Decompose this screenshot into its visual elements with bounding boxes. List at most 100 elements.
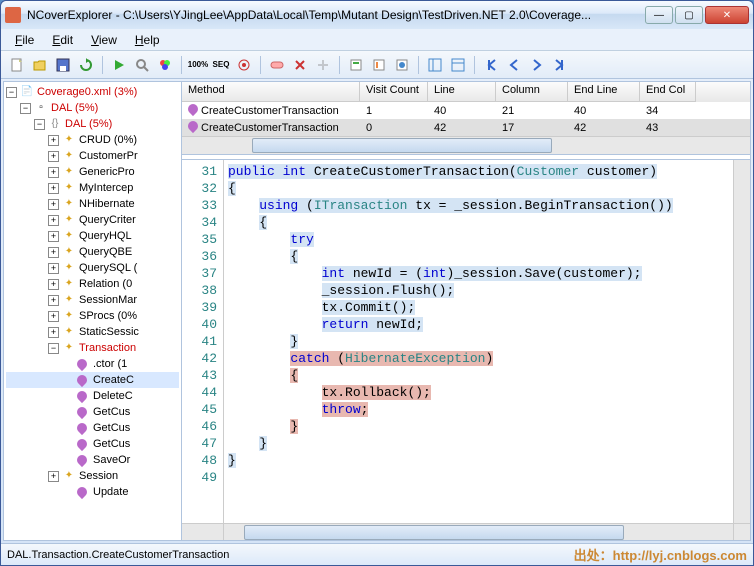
- expand-icon[interactable]: +: [48, 183, 59, 194]
- tree-item[interactable]: GetCus: [93, 404, 130, 420]
- expand-icon[interactable]: +: [48, 215, 59, 226]
- run-icon[interactable]: [109, 55, 129, 75]
- nav-prev-icon[interactable]: [504, 55, 524, 75]
- tree-item[interactable]: QueryQBE: [79, 244, 132, 260]
- code-vscrollbar[interactable]: [733, 160, 750, 523]
- report2-icon[interactable]: [369, 55, 389, 75]
- class-icon: ✦: [62, 277, 76, 291]
- pct100-icon[interactable]: 100%: [188, 55, 208, 75]
- menu-edit[interactable]: Edit: [44, 31, 81, 49]
- coverage-tree[interactable]: −📄Coverage0.xml (3%) −▫DAL (5%) −{}DAL (…: [4, 82, 181, 540]
- nav-last-icon[interactable]: [550, 55, 570, 75]
- class-icon: ✦: [62, 181, 76, 195]
- collapse-icon[interactable]: −: [6, 87, 17, 98]
- layout2-icon[interactable]: [448, 55, 468, 75]
- grid-row[interactable]: CreateCustomerTransaction 0 42 17 42 43: [182, 119, 750, 136]
- report1-icon[interactable]: [346, 55, 366, 75]
- minimize-button[interactable]: —: [645, 6, 673, 24]
- method-icon: [76, 357, 90, 371]
- delete-icon[interactable]: [290, 55, 310, 75]
- expand-icon[interactable]: +: [48, 295, 59, 306]
- namespace-icon: {}: [48, 117, 62, 131]
- nav-first-icon[interactable]: [481, 55, 501, 75]
- tree-item[interactable]: .ctor (1: [93, 356, 127, 372]
- tree-item[interactable]: CRUD (0%): [79, 132, 137, 148]
- add-icon[interactable]: [313, 55, 333, 75]
- close-button[interactable]: ✕: [705, 6, 749, 24]
- expand-icon[interactable]: +: [48, 135, 59, 146]
- menu-help[interactable]: Help: [127, 31, 168, 49]
- toolbar: 100% SEQ: [1, 51, 753, 79]
- nav-next-icon[interactable]: [527, 55, 547, 75]
- tree-item[interactable]: MyIntercep: [79, 180, 133, 196]
- tree-item-selected[interactable]: CreateC: [93, 372, 134, 388]
- tree-item[interactable]: NHibernate: [79, 196, 135, 212]
- refresh-icon[interactable]: [76, 55, 96, 75]
- tree-root[interactable]: Coverage0.xml (3%): [37, 84, 137, 100]
- target-icon[interactable]: [234, 55, 254, 75]
- tree-item[interactable]: Update: [93, 484, 128, 500]
- expand-icon[interactable]: +: [48, 167, 59, 178]
- titlebar[interactable]: NCoverExplorer - C:\Users\YJingLee\AppDa…: [1, 1, 753, 29]
- col-method[interactable]: Method: [182, 82, 360, 102]
- class-icon: ✦: [62, 245, 76, 259]
- col-endcol[interactable]: End Col: [640, 82, 696, 102]
- menu-view[interactable]: View: [83, 31, 125, 49]
- tree-item[interactable]: QuerySQL (: [79, 260, 137, 276]
- xml-icon: 📄: [20, 85, 34, 99]
- search-icon[interactable]: [132, 55, 152, 75]
- col-visit[interactable]: Visit Count: [360, 82, 428, 102]
- tree-item[interactable]: DAL (5%): [51, 100, 98, 116]
- tree-item[interactable]: Session: [79, 468, 118, 484]
- tree-item[interactable]: SaveOr: [93, 452, 130, 468]
- filter-icon[interactable]: SEQ: [211, 55, 231, 75]
- open-icon[interactable]: [30, 55, 50, 75]
- new-icon[interactable]: [7, 55, 27, 75]
- tree-item[interactable]: QueryHQL: [79, 228, 132, 244]
- save-icon[interactable]: [53, 55, 73, 75]
- status-path: DAL.Transaction.CreateCustomerTransactio…: [7, 549, 229, 561]
- menu-file[interactable]: File: [7, 31, 42, 49]
- tree-item[interactable]: GenericPro: [79, 164, 135, 180]
- tree-item[interactable]: SessionMar: [79, 292, 137, 308]
- class-icon: ✦: [62, 469, 76, 483]
- class-icon: ✦: [62, 133, 76, 147]
- toggle-icon[interactable]: [267, 55, 287, 75]
- tree-item[interactable]: GetCus: [93, 436, 130, 452]
- expand-icon[interactable]: +: [48, 263, 59, 274]
- tree-item[interactable]: DeleteC: [93, 388, 133, 404]
- tree-item[interactable]: Relation (0: [79, 276, 132, 292]
- tree-item[interactable]: CustomerPr: [79, 148, 138, 164]
- maximize-button[interactable]: ▢: [675, 6, 703, 24]
- expand-icon[interactable]: +: [48, 247, 59, 258]
- code-hscrollbar[interactable]: [182, 523, 750, 540]
- expand-icon[interactable]: +: [48, 471, 59, 482]
- collapse-icon[interactable]: −: [34, 119, 45, 130]
- tree-item[interactable]: SProcs (0%: [79, 308, 137, 324]
- window-title: NCoverExplorer - C:\Users\YJingLee\AppDa…: [27, 8, 645, 22]
- expand-icon[interactable]: +: [48, 199, 59, 210]
- collapse-icon[interactable]: −: [48, 343, 59, 354]
- tree-item[interactable]: DAL (5%): [65, 116, 112, 132]
- expand-icon[interactable]: +: [48, 327, 59, 338]
- class-icon: ✦: [62, 261, 76, 275]
- col-line[interactable]: Line: [428, 82, 496, 102]
- tree-item[interactable]: StaticSessic: [79, 324, 139, 340]
- tree-item[interactable]: GetCus: [93, 420, 130, 436]
- code-view[interactable]: public int CreateCustomerTransaction(Cus…: [224, 160, 733, 523]
- colors-icon[interactable]: [155, 55, 175, 75]
- tree-item[interactable]: QueryCriter: [79, 212, 136, 228]
- expand-icon[interactable]: +: [48, 231, 59, 242]
- expand-icon[interactable]: +: [48, 311, 59, 322]
- col-column[interactable]: Column: [496, 82, 568, 102]
- col-endline[interactable]: End Line: [568, 82, 640, 102]
- layout1-icon[interactable]: [425, 55, 445, 75]
- expand-icon[interactable]: +: [48, 279, 59, 290]
- tree-item[interactable]: Transaction: [79, 340, 136, 356]
- expand-icon[interactable]: +: [48, 151, 59, 162]
- grid-hscrollbar[interactable]: [182, 136, 750, 154]
- report3-icon[interactable]: [392, 55, 412, 75]
- collapse-icon[interactable]: −: [20, 103, 31, 114]
- grid-header: Method Visit Count Line Column End Line …: [182, 82, 750, 102]
- grid-row[interactable]: CreateCustomerTransaction 1 40 21 40 34: [182, 102, 750, 119]
